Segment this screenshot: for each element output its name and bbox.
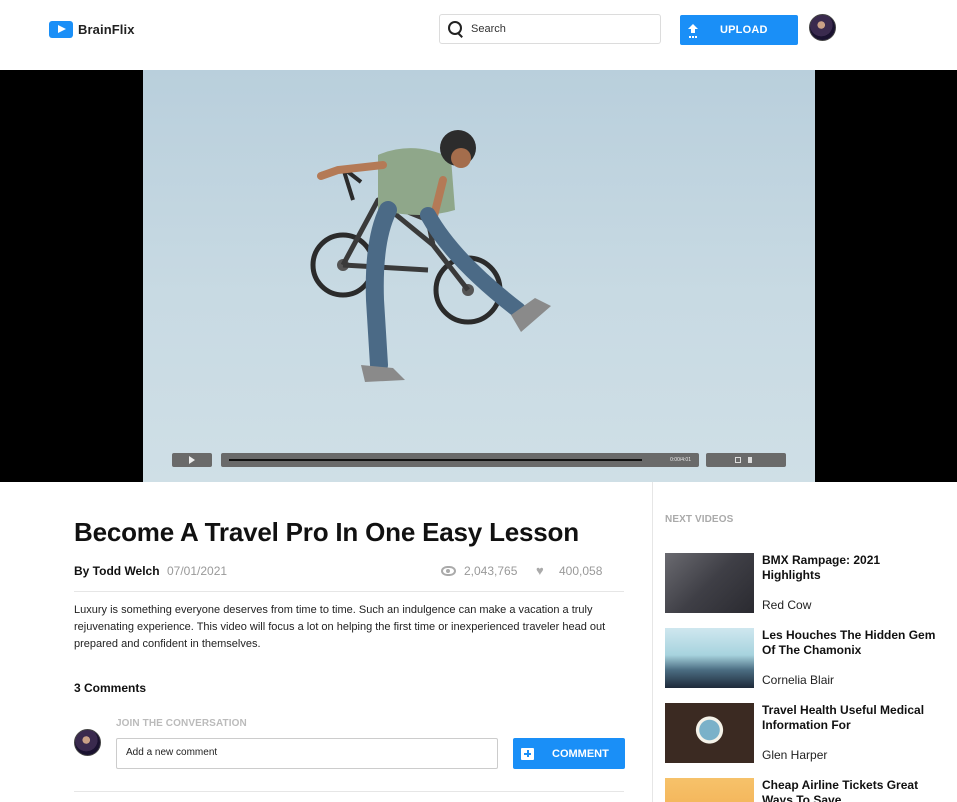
video-thumbnail[interactable] <box>665 703 754 763</box>
comment-avatar <box>74 729 101 756</box>
brainflix-logo[interactable]: BrainFlix <box>49 21 135 38</box>
upload-label: UPLOAD <box>720 24 768 36</box>
bmx-rider-image <box>310 130 551 382</box>
comment-input[interactable] <box>116 738 498 769</box>
user-avatar[interactable] <box>809 14 836 41</box>
progress-track[interactable] <box>229 459 642 461</box>
video-time: 0:00/4:01 <box>670 457 691 463</box>
view-count: 2,043,765 <box>464 564 518 578</box>
next-video-item[interactable]: Cheap Airline Tickets Great Ways To Save <box>665 778 945 802</box>
fullscreen-icon[interactable] <box>735 457 741 463</box>
comment-divider <box>74 791 624 792</box>
volume-icon[interactable] <box>748 457 752 463</box>
play-button[interactable] <box>172 453 212 467</box>
next-video-channel: Red Cow <box>762 598 812 612</box>
next-video-title: Travel Health Useful Medical Information… <box>762 703 925 732</box>
join-conversation-label: JOIN THE CONVERSATION <box>116 718 247 729</box>
next-video-item[interactable]: Travel Health Useful Medical Information… <box>665 703 945 763</box>
video-author: By Todd Welch <box>74 564 160 578</box>
video-thumbnail[interactable] <box>665 628 754 688</box>
like-count: 400,058 <box>559 564 603 578</box>
video-meta: By Todd Welch 07/01/2021 2,043,765 ♥ 400… <box>74 564 604 580</box>
video-extra-controls <box>706 453 786 467</box>
upload-button[interactable]: UPLOAD <box>680 15 798 45</box>
heart-icon[interactable]: ♥ <box>536 564 549 577</box>
meta-divider <box>74 591 624 592</box>
next-video-title: Cheap Airline Tickets Great Ways To Save <box>762 778 919 802</box>
video-thumbnail[interactable] <box>665 778 754 802</box>
comment-button-label: COMMENT <box>552 747 609 760</box>
video-date: 07/01/2021 <box>167 564 228 578</box>
video-thumbnail[interactable] <box>665 553 754 613</box>
search-icon <box>448 21 464 37</box>
video-description: Luxury is something everyone deserves fr… <box>74 604 606 650</box>
play-logo-icon <box>49 21 73 38</box>
video-poster[interactable]: 0:00/4:01 <box>143 70 815 482</box>
next-videos-heading: NEXT VIDEOS <box>665 514 734 525</box>
video-title: Become A Travel Pro In One Easy Lesson <box>74 517 579 547</box>
add-comment-icon <box>521 747 534 760</box>
next-video-item[interactable]: BMX Rampage: 2021 Highlights Red Cow <box>665 553 945 613</box>
next-video-title: BMX Rampage: 2021 Highlights <box>762 553 881 582</box>
video-progress-bar[interactable]: 0:00/4:01 <box>221 453 699 467</box>
upload-icon <box>687 24 699 36</box>
next-video-channel: Glen Harper <box>762 748 828 762</box>
comment-button[interactable]: COMMENT <box>513 738 625 769</box>
next-video-item[interactable]: Les Houches The Hidden Gem Of The Chamon… <box>665 628 945 688</box>
comment-count: 3 Comments <box>74 681 147 695</box>
views-icon <box>441 566 456 576</box>
sidebar-divider <box>652 482 653 802</box>
search-box[interactable] <box>439 14 661 44</box>
search-input[interactable] <box>471 23 651 35</box>
next-video-channel: Cornelia Blair <box>762 673 835 687</box>
top-header: BrainFlix UPLOAD <box>0 0 957 70</box>
logo-text: BrainFlix <box>78 22 135 37</box>
next-video-title: Les Houches The Hidden Gem Of The Chamon… <box>762 628 936 657</box>
video-player: 0:00/4:01 <box>0 70 957 482</box>
